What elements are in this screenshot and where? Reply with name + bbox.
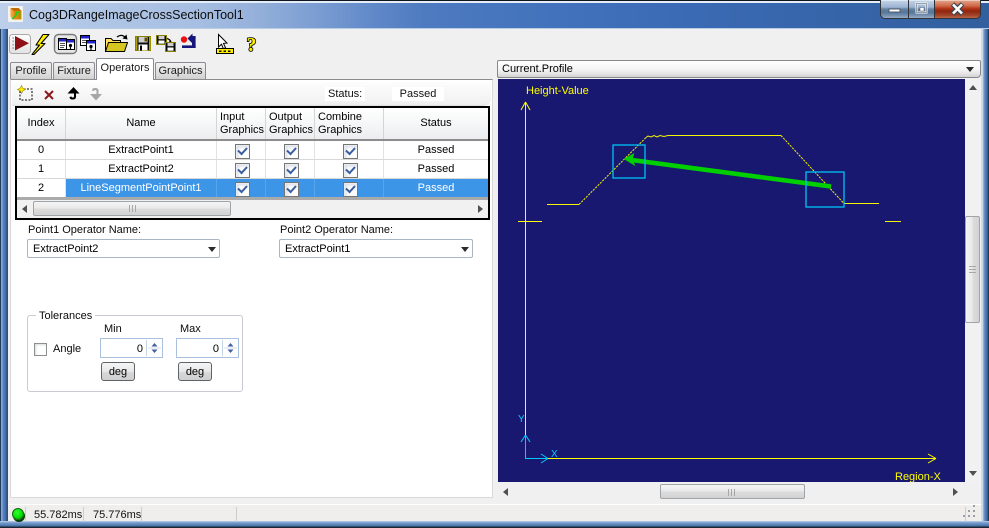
svg-text:Height-Value: Height-Value [526,85,589,97]
svg-text:Region-X: Region-X [895,471,942,482]
svg-text:?: ? [247,34,257,56]
svg-text:Y: Y [518,414,525,425]
svg-text:X: X [551,449,558,460]
